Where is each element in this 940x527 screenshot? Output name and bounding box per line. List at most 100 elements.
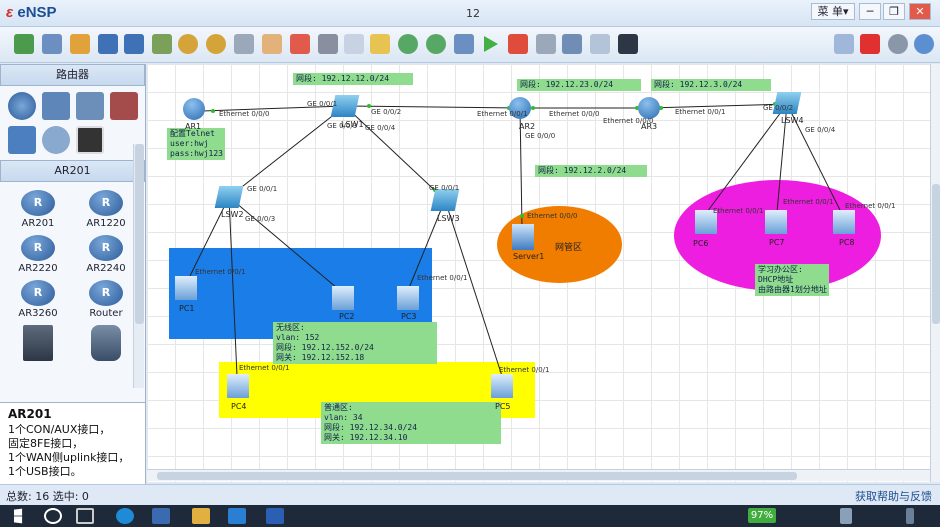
app-logo: ε eNSP bbox=[6, 4, 57, 21]
category-wireless-icon[interactable] bbox=[76, 92, 104, 120]
note-net-12-2[interactable]: 网段: 192.12.2.0/24 bbox=[535, 165, 647, 177]
new-topology-icon[interactable] bbox=[14, 34, 34, 54]
select-icon[interactable] bbox=[234, 34, 254, 54]
device-ar201[interactable]: AR201 bbox=[8, 188, 68, 229]
palette-scrollbar[interactable] bbox=[133, 144, 144, 388]
router-model-grid: AR201 AR1220 AR2220 AR2240 AR3260 Router bbox=[0, 182, 145, 369]
delete-icon[interactable] bbox=[290, 34, 310, 54]
fit-view-icon[interactable] bbox=[454, 34, 474, 54]
delete-all-connections-icon[interactable] bbox=[318, 34, 338, 54]
router-ar3[interactable] bbox=[638, 97, 660, 119]
pc-pc2[interactable] bbox=[332, 286, 354, 310]
note-net-12-12[interactable]: 网段: 192.12.12.0/24 bbox=[293, 73, 413, 85]
note-normal[interactable]: 普通区: vlan: 34 网段: 192.12.34.0/24 网关: 192… bbox=[321, 402, 501, 444]
undo-icon[interactable] bbox=[178, 34, 198, 54]
category-cloud-icon[interactable] bbox=[42, 126, 70, 154]
label-pc5: PC5 bbox=[495, 402, 511, 411]
router-icon bbox=[21, 280, 55, 306]
pc-pc3[interactable] bbox=[397, 286, 419, 310]
device-nerouter[interactable] bbox=[76, 323, 136, 363]
switch-lsw2[interactable] bbox=[214, 186, 244, 208]
windows-start-icon[interactable] bbox=[14, 508, 23, 524]
start-icon[interactable] bbox=[484, 36, 498, 52]
canvas-horizontal-scrollbar[interactable] bbox=[147, 469, 930, 481]
help-feedback-link[interactable]: 获取帮助与反馈 bbox=[855, 488, 932, 504]
text-icon[interactable] bbox=[344, 34, 364, 54]
new-example-icon[interactable] bbox=[42, 34, 62, 54]
device-ar2240[interactable]: AR2240 bbox=[76, 233, 136, 274]
device-router[interactable]: Router bbox=[76, 278, 136, 319]
category-pc-icon[interactable] bbox=[8, 126, 36, 154]
pc-pc4[interactable] bbox=[227, 374, 249, 398]
note-net-12-3[interactable]: 网段: 192.12.3.0/24 bbox=[651, 79, 771, 91]
stop-icon[interactable] bbox=[508, 34, 528, 54]
word-app-icon[interactable] bbox=[266, 508, 284, 524]
file-explorer-icon[interactable] bbox=[192, 508, 210, 524]
server-server1[interactable] bbox=[512, 224, 534, 250]
ensp-app-icon[interactable] bbox=[152, 508, 170, 524]
canvas-vertical-scrollbar[interactable] bbox=[930, 64, 940, 482]
device-ar3260[interactable]: AR3260 bbox=[8, 278, 68, 319]
title-bar: ε eNSP 12 菜 单▾ ─ ❐ ✕ bbox=[0, 0, 940, 27]
port-label: Ethernet 0/0/1 bbox=[417, 274, 468, 282]
note-telnet[interactable]: 配置Telnet user:hwj pass:hwj123 bbox=[167, 128, 225, 160]
tablet-app-icon[interactable] bbox=[228, 508, 246, 524]
minimize-button[interactable]: ─ bbox=[859, 3, 881, 20]
volume-icon[interactable] bbox=[840, 508, 852, 524]
maximize-button[interactable]: ❐ bbox=[883, 3, 905, 20]
pan-hand-icon[interactable] bbox=[262, 34, 282, 54]
print-icon[interactable] bbox=[152, 34, 172, 54]
device-chassis[interactable] bbox=[8, 323, 68, 363]
save-icon[interactable] bbox=[98, 34, 118, 54]
switch-lsw3[interactable] bbox=[430, 189, 460, 211]
pc-pc7[interactable] bbox=[765, 210, 787, 234]
v-scroll-thumb[interactable] bbox=[932, 184, 940, 324]
screenshot-icon[interactable] bbox=[618, 34, 638, 54]
battery-indicator[interactable]: 97% bbox=[748, 508, 776, 523]
note-wireless[interactable]: 无线区: vlan: 152 网段: 192.12.152.0/24 网关: 1… bbox=[273, 322, 437, 364]
pc-pc8[interactable] bbox=[833, 210, 855, 234]
menu-button[interactable]: 菜 单▾ bbox=[811, 3, 855, 20]
notification-icon[interactable] bbox=[906, 508, 914, 524]
open-icon[interactable] bbox=[70, 34, 90, 54]
h-scroll-thumb[interactable] bbox=[157, 472, 797, 480]
category-switch-icon[interactable] bbox=[42, 92, 70, 120]
router-ar1[interactable] bbox=[183, 98, 205, 120]
chat-icon[interactable] bbox=[834, 34, 854, 54]
category-connection-icon[interactable] bbox=[76, 126, 104, 154]
description-line: 1个USB接口。 bbox=[8, 465, 82, 478]
category-router-icon[interactable] bbox=[8, 92, 36, 120]
topology-icon[interactable] bbox=[562, 34, 582, 54]
palette-icon[interactable] bbox=[370, 34, 390, 54]
help-icon[interactable] bbox=[914, 34, 934, 54]
pc-pc5[interactable] bbox=[491, 374, 513, 398]
close-button[interactable]: ✕ bbox=[909, 3, 931, 20]
label-pc2: PC2 bbox=[339, 312, 355, 321]
ensp-logo-icon: ε bbox=[6, 4, 14, 21]
zoom-out-icon[interactable] bbox=[426, 34, 446, 54]
device-ar2220[interactable]: AR2220 bbox=[8, 233, 68, 274]
console-icon[interactable] bbox=[590, 34, 610, 54]
palette-scroll-thumb[interactable] bbox=[135, 144, 144, 324]
os-taskbar: 97% bbox=[0, 505, 940, 527]
note-study[interactable]: 学习办公区: DHCP地址 由路由器1划分地址 bbox=[755, 264, 829, 296]
save-as-icon[interactable] bbox=[124, 34, 144, 54]
label-pc6: PC6 bbox=[693, 239, 709, 248]
edge-browser-icon[interactable] bbox=[116, 508, 134, 524]
topology-canvas[interactable]: 网段: 192.12.12.0/24 网段: 192.12.23.0/24 网段… bbox=[147, 64, 940, 482]
search-icon[interactable] bbox=[44, 508, 62, 524]
settings-icon[interactable] bbox=[888, 34, 908, 54]
device-ar1220[interactable]: AR1220 bbox=[76, 188, 136, 229]
port-label: GE 0/0/4 bbox=[805, 126, 836, 134]
pc-pc1[interactable] bbox=[175, 276, 197, 300]
note-net-12-23[interactable]: 网段: 192.12.23.0/24 bbox=[517, 79, 641, 91]
zoom-in-icon[interactable] bbox=[398, 34, 418, 54]
huawei-icon[interactable] bbox=[860, 34, 880, 54]
category-firewall-icon[interactable] bbox=[110, 92, 138, 120]
task-view-icon[interactable] bbox=[76, 508, 94, 524]
port-label: GE 0/0/2 bbox=[763, 104, 794, 112]
redo-icon[interactable] bbox=[206, 34, 226, 54]
label-lsw2: LSW2 bbox=[221, 210, 244, 219]
capture-icon[interactable] bbox=[536, 34, 556, 54]
status-bar: 总数: 16 选中: 0 获取帮助与反馈 bbox=[0, 484, 940, 504]
